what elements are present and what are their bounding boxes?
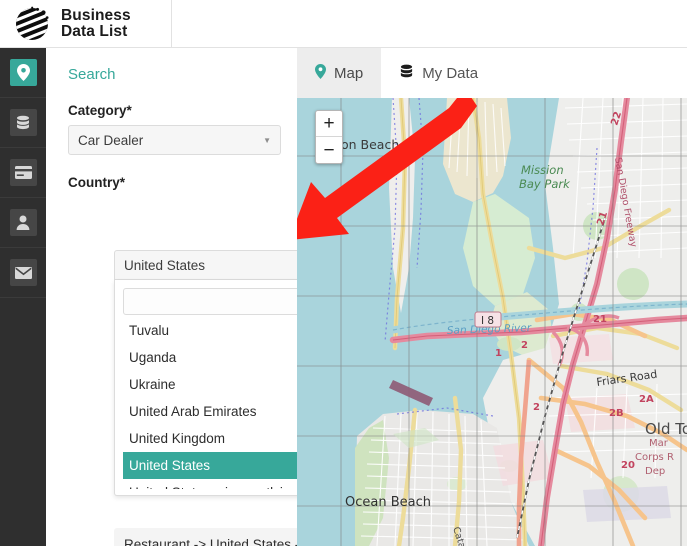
map-label-mission-beach: on Beach [341,137,399,152]
country-search-input[interactable] [132,294,297,309]
sidebar-item-locations[interactable] [0,48,46,98]
tab-map[interactable]: Map [297,48,382,98]
app-root: Business Data List Search Category* Car … [0,0,687,546]
chevron-down-icon: ▼ [263,135,271,145]
category-select[interactable]: Car Dealer ▼ [68,125,281,155]
tab-my-data-label: My Data [422,64,479,82]
map-pin-icon [315,63,326,83]
map-label-ocean-beach: Ocean Beach [345,495,431,510]
route-label-1: 1 [495,348,502,359]
country-dropdown: United States ▲ TuvaluUgandaUkraineUnite… [114,250,297,496]
country-option[interactable]: Tuvalu [123,323,297,344]
zoom-in-button[interactable]: + [316,111,342,137]
tab-map-label: Map [334,64,364,82]
map-canvas[interactable]: on Beach Mission Bay Park San Diego Free… [297,98,687,546]
map-label-marine-corps-1: Mar [649,438,669,449]
brand-logo[interactable]: Business Data List [0,0,172,48]
category-select-value: Car Dealer [78,132,144,148]
user-icon [9,209,37,236]
route-label-2: 2 [521,340,528,351]
search-panel: Search Category* Car Dealer ▼ Country* R… [46,48,297,546]
route-shield-i8: I 8 [474,311,502,328]
brand-line-2: Data List [61,22,128,40]
country-label: Country* [68,175,125,190]
map-label-marine-corps-2: Corps R [635,452,674,463]
sidebar-rail [0,48,46,546]
map-label-marine-corps-3: Dep [645,466,665,477]
credit-card-icon [9,159,37,186]
country-option[interactable]: United States minor outlying islands [123,479,297,489]
history-item[interactable]: Restaurant -> United States -> New York [114,528,297,546]
sidebar-item-billing[interactable] [0,148,46,198]
striped-globe-icon [12,4,52,44]
country-option[interactable]: United Kingdom [123,425,297,452]
zoom-out-button[interactable]: − [316,137,342,163]
category-label: Category* [68,103,132,118]
route-exit-2a: 2A [639,394,654,405]
database-icon [9,109,37,136]
country-option[interactable]: United States [123,452,297,479]
country-select[interactable]: United States ▲ [114,250,297,280]
tab-bar: Map My Data [297,48,687,98]
tab-my-data[interactable]: My Data [381,48,496,98]
route-exit-20: 20 [621,460,635,471]
panel-title: Search [68,66,116,83]
route-exit-21b: 21 [593,314,607,325]
country-option-list[interactable]: Tuvalu Uganda Ukraine United Arab Emirates U… [123,323,297,489]
country-option[interactable]: United Arab Emirates [123,398,297,425]
map-tiles: on Beach Mission Bay Park San Diego Free… [297,98,687,546]
brand-title: Business Data List [61,6,131,40]
map-label-old-town: Old Tow [645,420,687,438]
country-option[interactable]: Ukraine [123,371,297,398]
map-label-mission-bay-park-line1: Mission [521,163,564,177]
database-icon [399,64,414,83]
map-region: Map My Data on Beach Mission Bay Park Sa… [297,48,687,546]
sidebar-item-data[interactable] [0,98,46,148]
map-label-mission-bay-park-line2: Bay Park [519,177,571,191]
route-exit-2: 2 [533,402,540,413]
map-zoom-controls: + − [315,110,343,164]
country-select-value: United States [124,257,206,273]
route-exit-2b: 2B [609,408,624,419]
country-dropdown-body: Tuvalu Uganda Ukraine United Arab Emirates U… [114,280,297,496]
brand-line-1: Business [61,6,131,24]
envelope-icon [9,259,37,286]
sidebar-item-account[interactable] [0,198,46,248]
svg-text:I 8: I 8 [481,315,494,327]
sidebar-item-messages[interactable] [0,248,46,298]
map-pin-icon [9,59,37,86]
country-option[interactable]: Uganda [123,344,297,371]
app-header: Business Data List [0,0,687,48]
country-search-field[interactable] [123,288,297,315]
